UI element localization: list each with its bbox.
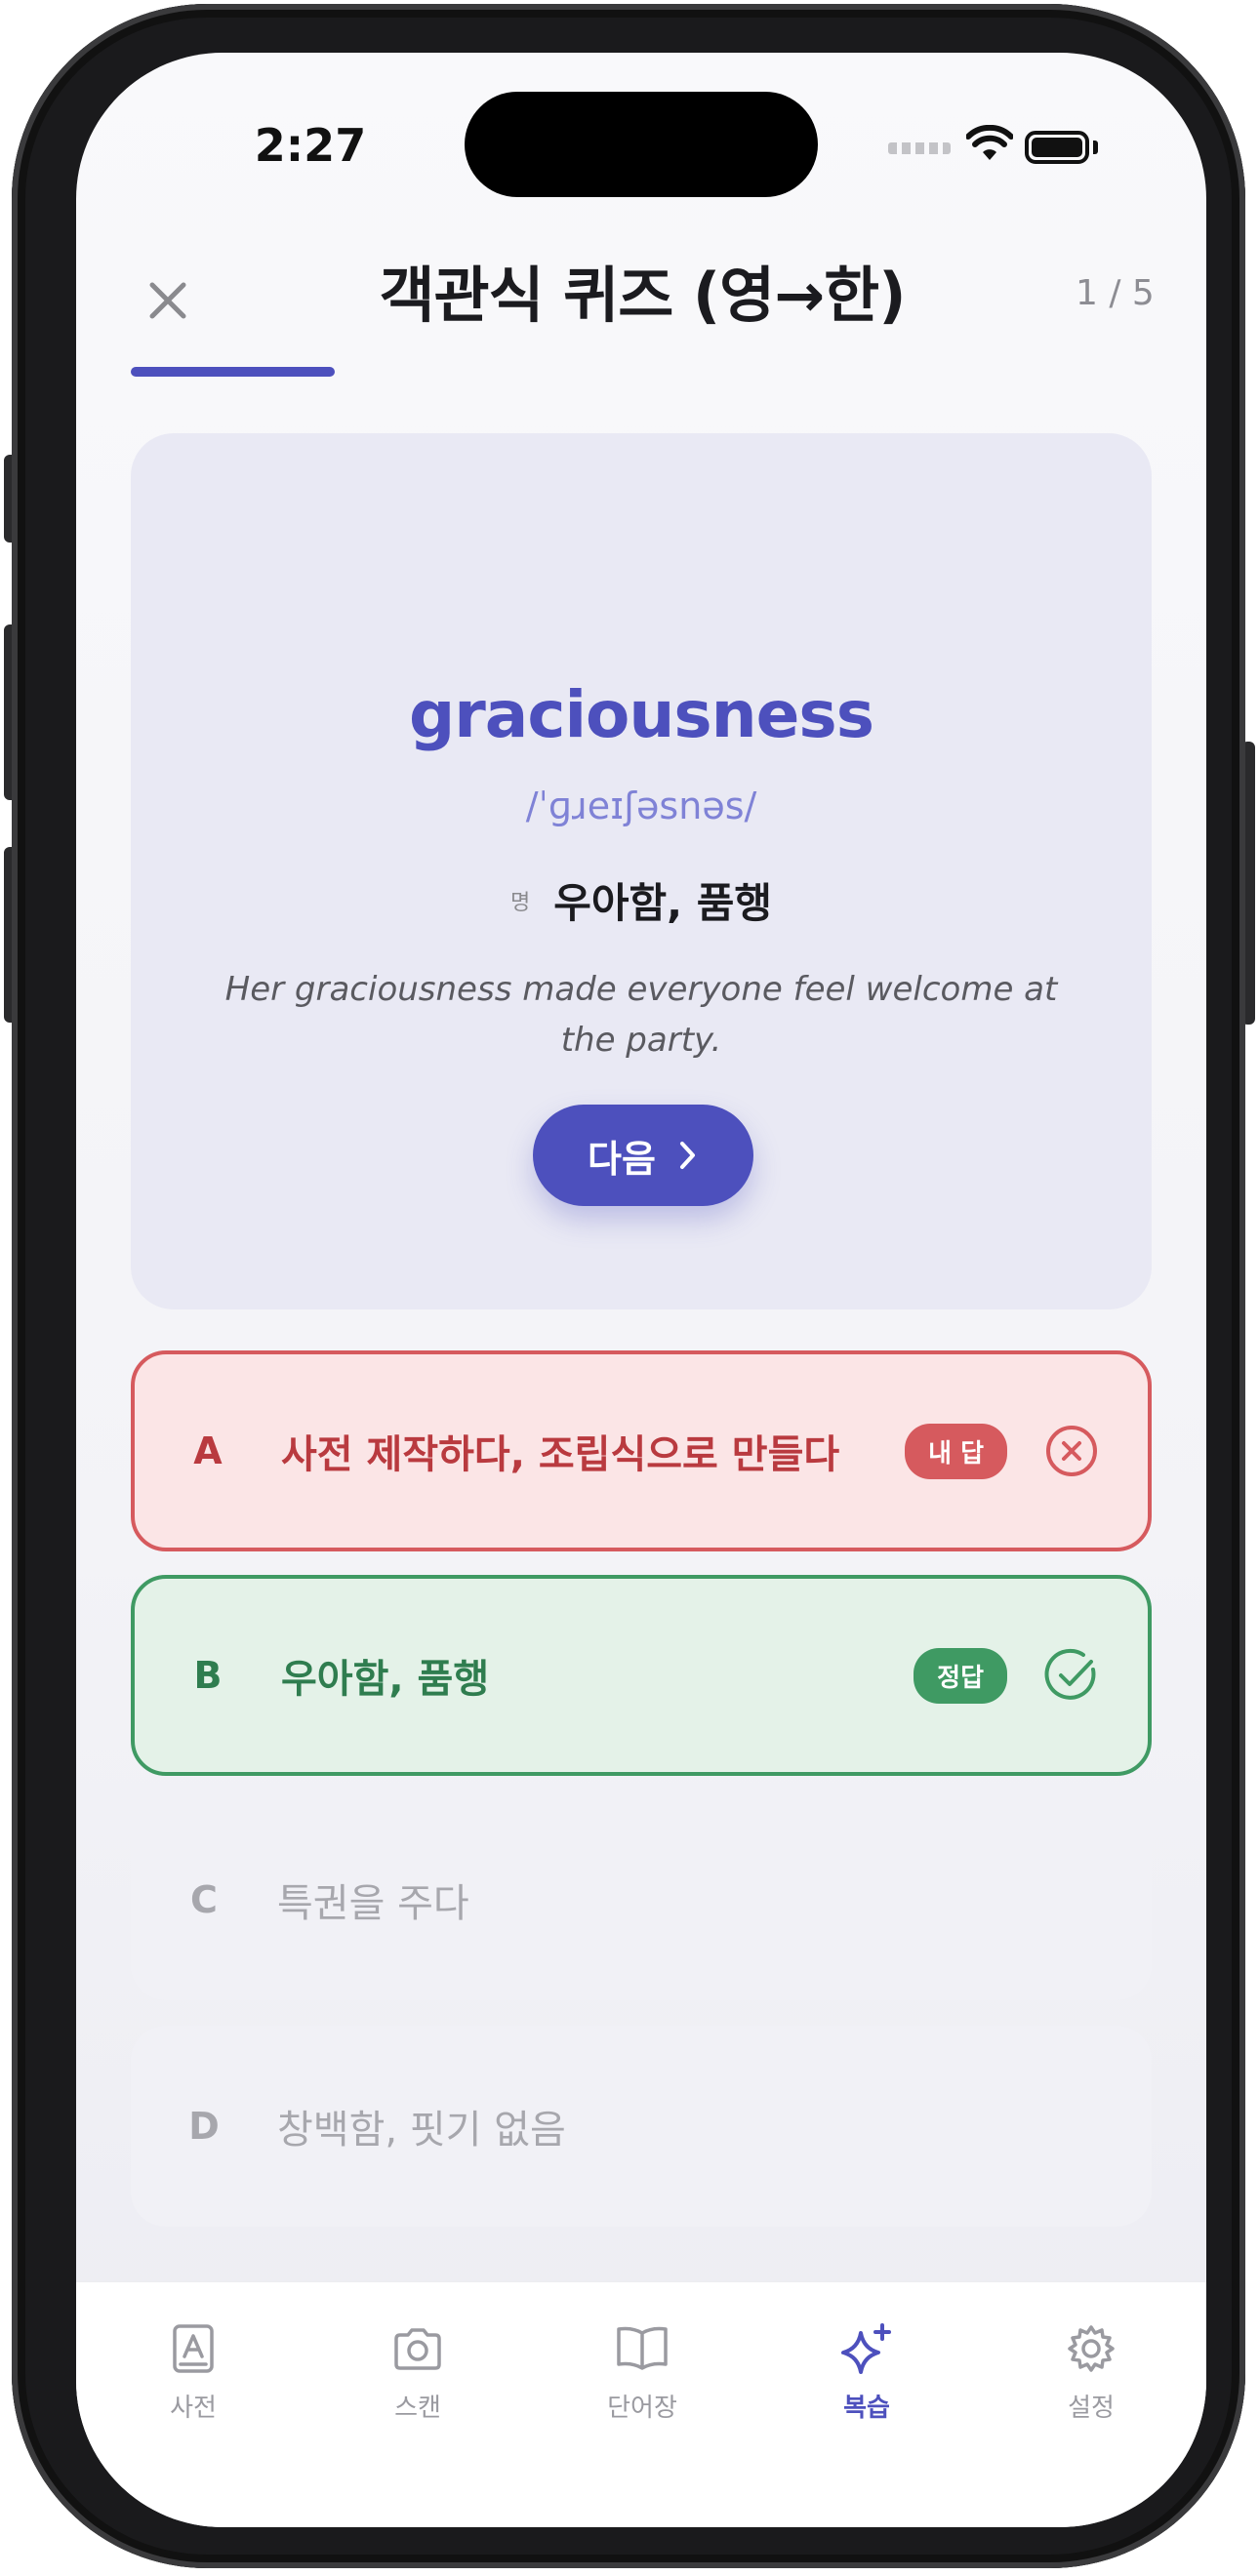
tab-dictionary[interactable]: 사전 [115,2321,271,2424]
tab-bar: 사전 스캔 단어장 복습 설정 [76,2281,1206,2527]
example-sentence: Her graciousness made everyone feel welc… [224,970,1058,1060]
chevron-right-icon [679,1142,695,1169]
option-text: 사전 제작하다, 조립식으로 만들다 [281,1432,840,1477]
option-letter: A [193,1429,223,1472]
phone-frame: 2:27 객관식 퀴즈 (영→한) 1 / 5 graciousness /ˈɡ… [12,4,1245,2568]
question-counter: 1 / 5 [1076,273,1155,313]
word-card: graciousness /ˈɡɹeɪʃəsnəs/ 명 우아함, 품행 Her … [131,433,1152,1309]
next-button-label: 다음 [588,1137,656,1181]
word: graciousness [408,677,874,752]
option-letter: B [193,1654,223,1697]
dynamic-island [465,92,818,197]
part-of-speech: 명 [509,890,531,915]
book-icon [617,2326,668,2370]
option-a[interactable]: A 사전 제작하다, 조립식으로 만들다 내 답 [131,1350,1152,1551]
screen: 2:27 객관식 퀴즈 (영→한) 1 / 5 graciousness /ˈɡ… [76,53,1206,2527]
battery-tip [1093,141,1098,154]
tab-label: 설정 [1068,2394,1115,2423]
page-title: 객관식 퀴즈 (영→한) [379,260,906,331]
tab-scan[interactable]: 스캔 [340,2321,496,2424]
option-text: 특권을 주다 [277,1881,469,1926]
gear-icon [1068,2325,1115,2372]
meaning: 우아함, 품행 [553,879,773,927]
tab-label: 스캔 [394,2394,441,2423]
option-letter: C [190,1878,218,1921]
wifi-icon [966,125,1013,160]
meaning-row: 명 우아함, 품행 [131,870,1152,930]
tab-label: 단어장 [607,2394,677,2423]
option-letter: D [188,2105,220,2148]
option-c[interactable]: C 특권을 주다 [131,1799,1152,2000]
phonetic: /ˈɡɹeɪʃəsnəs/ [525,785,757,827]
tab-vocabulary[interactable]: 단어장 [564,2321,720,2424]
check-circle-icon [1044,1648,1096,1700]
option-d[interactable]: D 창백함, 핏기 없음 [131,2026,1152,2227]
close-icon[interactable] [133,265,203,336]
quiz-progress-bar [131,367,1152,377]
my-answer-badge: 내 답 [905,1423,1007,1479]
battery-icon [1025,131,1089,164]
status-time: 2:27 [254,119,367,172]
option-b[interactable]: B 우아함, 품행 정답 [131,1575,1152,1776]
dictionary-icon [173,2324,214,2373]
sparkles-icon [841,2323,891,2374]
next-button[interactable]: 다음 [533,1105,753,1206]
tab-label: 복습 [843,2394,890,2423]
tab-label: 사전 [170,2394,217,2423]
option-text: 창백함, 핏기 없음 [277,2108,566,2153]
tab-settings[interactable]: 설정 [1013,2321,1169,2424]
quiz-progress-fill [131,367,336,377]
tab-review[interactable]: 복습 [789,2321,945,2424]
camera-icon [394,2328,441,2370]
cellular-signal-icon [888,142,951,154]
correct-answer-badge: 정답 [914,1647,1007,1704]
option-text: 우아함, 품행 [281,1657,490,1702]
x-circle-icon [1046,1426,1097,1476]
